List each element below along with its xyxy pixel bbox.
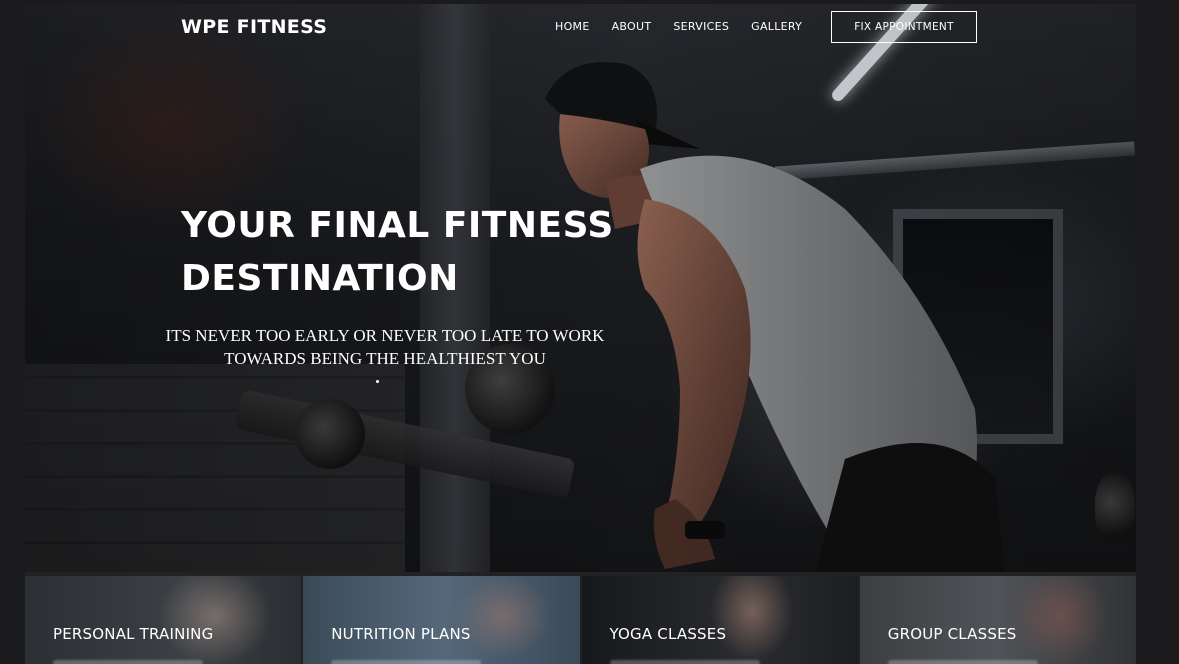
service-card-description xyxy=(53,660,203,664)
brand-logo[interactable]: WPE FITNESS xyxy=(181,16,327,38)
service-card-title: GROUP CLASSES xyxy=(887,625,1017,643)
hero-headline-line1: YOUR FINAL FITNESS xyxy=(181,205,614,246)
service-card-title: YOGA CLASSES xyxy=(609,625,727,643)
service-card-image xyxy=(303,576,580,664)
nav-item-home[interactable]: HOME xyxy=(555,20,590,33)
nav-item-gallery[interactable]: GALLERY xyxy=(751,20,802,33)
nav-item-services[interactable]: SERVICES xyxy=(673,20,729,33)
service-card-description xyxy=(887,660,1038,664)
service-card-description xyxy=(331,660,482,664)
service-card-title: NUTRITION PLANS xyxy=(331,625,471,643)
nav-item-about[interactable]: ABOUT xyxy=(612,20,652,33)
hero-subheadline: ITS NEVER TOO EARLY OR NEVER TOO LATE TO… xyxy=(125,324,645,370)
service-card-yoga-classes[interactable]: YOGA CLASSES xyxy=(581,576,858,664)
hero-subheadline-line1: ITS NEVER TOO EARLY OR NEVER TOO LATE TO… xyxy=(165,326,605,345)
service-card-image xyxy=(25,576,302,664)
service-card-group-classes[interactable]: GROUP CLASSES xyxy=(859,576,1136,664)
hero-subheadline-line2: TOWARDS BEING THE HEALTHIEST YOU xyxy=(224,349,546,368)
service-card-personal-training[interactable]: PERSONAL TRAINING xyxy=(25,576,302,664)
service-card-description xyxy=(609,660,760,664)
fix-appointment-button[interactable]: FIX APPOINTMENT xyxy=(831,11,977,43)
service-card-image xyxy=(859,576,1136,664)
service-card-image xyxy=(581,576,858,664)
hero-headline: YOUR FINAL FITNESS DESTINATION xyxy=(181,199,701,305)
carousel-indicator-dot[interactable] xyxy=(376,380,379,383)
website-frame: WPE FITNESS HOME ABOUT SERVICES GALLERY … xyxy=(25,4,1136,664)
service-cards: PERSONAL TRAINING NUTRITION PLANS YOGA C… xyxy=(25,576,1136,664)
service-card-nutrition-plans[interactable]: NUTRITION PLANS xyxy=(303,576,580,664)
hero-headline-line2: DESTINATION xyxy=(181,258,459,299)
main-nav: HOME ABOUT SERVICES GALLERY xyxy=(555,20,802,33)
service-card-title: PERSONAL TRAINING xyxy=(53,625,214,643)
